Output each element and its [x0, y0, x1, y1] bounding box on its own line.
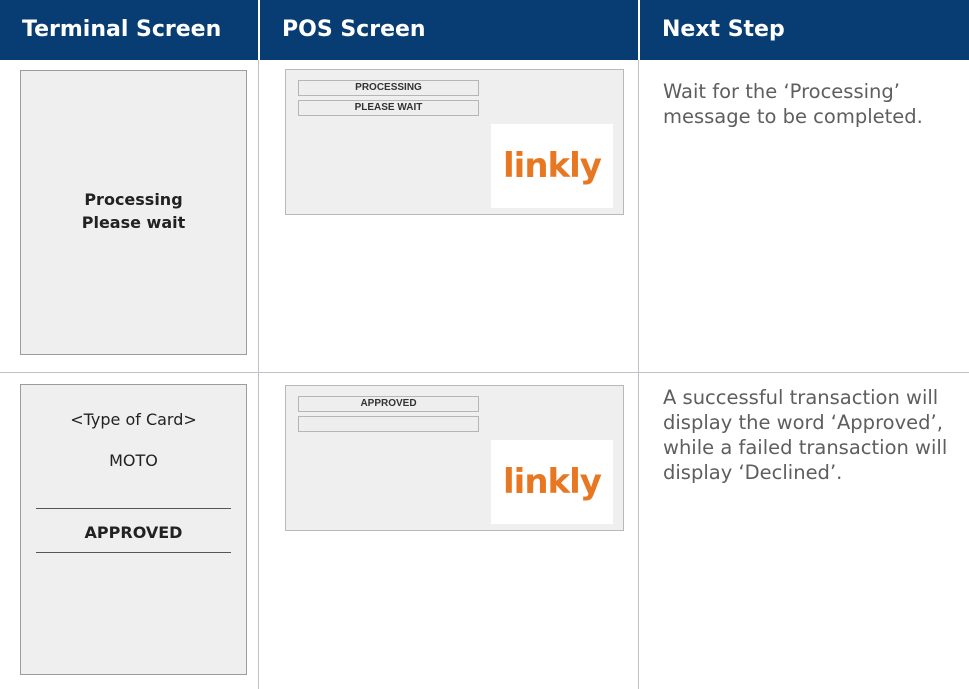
terminal-card-type: <Type of Card>: [70, 410, 197, 429]
column-divider-1: [258, 60, 259, 689]
terminal-line-please-wait: Please wait: [81, 213, 186, 232]
terminal-screen-approved: <Type of Card> MOTO APPROVED: [20, 384, 247, 675]
linkly-logo: linkly: [491, 124, 613, 208]
pos-screen-processing: PROCESSING PLEASE WAIT linkly: [285, 69, 624, 215]
header-next-step: Next Step: [640, 0, 969, 60]
terminal-rule-bottom: [36, 552, 231, 553]
pos-field-approved: APPROVED: [298, 396, 479, 412]
terminal-rule-top: [36, 508, 231, 509]
row-divider: [0, 372, 969, 373]
linkly-logo-text: linkly: [503, 146, 602, 186]
linkly-logo-text: linkly: [503, 462, 602, 502]
header-terminal-screen: Terminal Screen: [0, 0, 258, 60]
column-divider-2: [638, 60, 639, 689]
next-step-approved: A successful transaction will display th…: [663, 386, 948, 484]
terminal-status-approved: APPROVED: [84, 523, 183, 542]
terminal-screen-processing: Processing Please wait: [20, 70, 247, 355]
pos-field-please-wait: PLEASE WAIT: [298, 100, 479, 116]
pos-screen-approved: APPROVED linkly: [285, 385, 624, 531]
header-pos-screen: POS Screen: [260, 0, 638, 60]
pos-field-empty: [298, 416, 479, 432]
terminal-line-processing: Processing: [84, 190, 183, 209]
linkly-logo: linkly: [491, 440, 613, 524]
terminal-entry-mode: MOTO: [109, 451, 158, 470]
pos-field-processing: PROCESSING: [298, 80, 479, 96]
next-step-processing: Wait for the ‘Processing’ message to be …: [663, 80, 923, 128]
